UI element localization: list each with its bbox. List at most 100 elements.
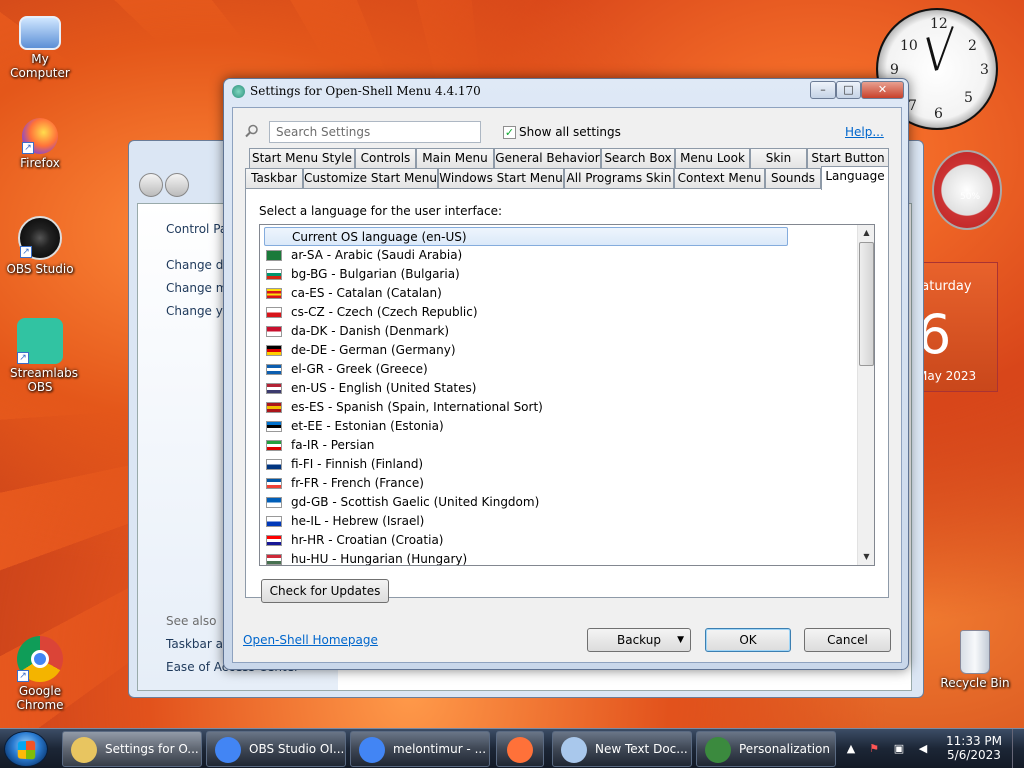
tab-customize-start-menu[interactable]: Customize Start Menu: [303, 168, 438, 189]
tab-start-menu-style[interactable]: Start Menu Style: [249, 148, 355, 169]
language-item[interactable]: el-GR - Greek (Greece): [264, 360, 788, 379]
language-label: et-EE - Estonian (Estonia): [291, 419, 444, 433]
show-all-checkbox[interactable]: ✓: [503, 126, 516, 139]
sidebar-item-change-desktop[interactable]: Change de: [166, 258, 231, 272]
tab-all-programs-skin[interactable]: All Programs Skin: [564, 168, 674, 189]
taskbar-app-icon: [507, 737, 533, 763]
language-item[interactable]: cs-CZ - Czech (Czech Republic): [264, 303, 788, 322]
calendar-month-year: May 2023: [917, 369, 977, 383]
language-prompt: Select a language for the user interface…: [259, 204, 503, 218]
taskbar-item[interactable]: New Text Doc...: [552, 731, 692, 767]
desktop-icon-firefox[interactable]: ↗ Firefox: [0, 114, 80, 170]
settings-dialog[interactable]: Settings for Open-Shell Menu 4.4.170 – □…: [223, 78, 909, 670]
tab-general-behavior[interactable]: General Behavior: [494, 148, 601, 169]
dialog-title: Settings for Open-Shell Menu 4.4.170: [250, 84, 481, 98]
search-input[interactable]: Search Settings: [269, 121, 481, 143]
taskbar-item[interactable]: Settings for O...: [62, 731, 202, 767]
tab-taskbar[interactable]: Taskbar: [245, 168, 303, 189]
system-clock[interactable]: 11:33 PM 5/6/2023: [943, 734, 1005, 762]
language-label: he-IL - Hebrew (Israel): [291, 514, 425, 528]
language-list[interactable]: Current OS language (en-US) ar-SA - Arabi…: [259, 224, 875, 566]
network-icon[interactable]: ▣: [893, 743, 905, 755]
desktop-icon-recycle-bin[interactable]: Recycle Bin: [935, 630, 1015, 690]
flag-icon: [266, 364, 282, 375]
language-item[interactable]: fr-FR - French (France): [264, 474, 788, 493]
volume-icon[interactable]: ◀: [917, 743, 929, 755]
chrome-icon: ↗: [17, 636, 63, 682]
tab-search-box[interactable]: Search Box: [601, 148, 675, 169]
cpu-meter-gadget[interactable]: 50%: [932, 150, 1002, 230]
desktop-icon-my-computer[interactable]: My Computer: [0, 10, 80, 80]
close-button[interactable]: ✕: [861, 81, 904, 99]
show-desktop-button[interactable]: [1012, 729, 1024, 768]
tab-skin[interactable]: Skin: [750, 148, 807, 169]
tab-menu-look[interactable]: Menu Look: [675, 148, 750, 169]
taskbar-item[interactable]: melontimur - ...: [350, 731, 490, 767]
language-item[interactable]: de-DE - German (Germany): [264, 341, 788, 360]
dialog-client: Search Settings ✓ Show all settings Help…: [232, 107, 902, 663]
dialog-titlebar[interactable]: Settings for Open-Shell Menu 4.4.170 – □…: [224, 79, 908, 103]
maximize-button[interactable]: □: [836, 81, 861, 99]
language-label: hr-HR - Croatian (Croatia): [291, 533, 444, 547]
search-icon: [245, 124, 258, 138]
taskbar-item[interactable]: [496, 731, 544, 767]
language-item[interactable]: en-US - English (United States): [264, 379, 788, 398]
show-hidden-icons-icon[interactable]: ▲: [845, 743, 857, 755]
language-item[interactable]: fi-FI - Finnish (Finland): [264, 455, 788, 474]
ok-button[interactable]: OK: [705, 628, 791, 652]
language-item[interactable]: ca-ES - Catalan (Catalan): [264, 284, 788, 303]
language-item[interactable]: es-ES - Spanish (Spain, International So…: [264, 398, 788, 417]
language-item[interactable]: et-EE - Estonian (Estonia): [264, 417, 788, 436]
tab-sounds[interactable]: Sounds: [765, 168, 821, 189]
check-updates-button[interactable]: Check for Updates: [261, 579, 389, 603]
backup-label: Backup: [617, 633, 661, 647]
language-item[interactable]: da-DK - Danish (Denmark): [264, 322, 788, 341]
desktop-icon-streamlabs[interactable]: ↗ Streamlabs OBS: [0, 318, 80, 394]
desktop-icon-obs[interactable]: ↗ OBS Studio: [0, 216, 80, 276]
language-item[interactable]: ar-SA - Arabic (Saudi Arabia): [264, 246, 788, 265]
help-link[interactable]: Help...: [845, 125, 884, 139]
action-center-icon[interactable]: ⚑: [868, 743, 880, 755]
tab-main-menu[interactable]: Main Menu: [416, 148, 494, 169]
flag-icon: [266, 269, 282, 280]
minimize-button[interactable]: –: [810, 81, 836, 99]
flag-icon: [266, 383, 282, 394]
calendar-gadget[interactable]: Saturday 6 May 2023: [912, 262, 998, 392]
scroll-up-icon[interactable]: ▲: [858, 225, 874, 241]
taskbar-item[interactable]: Personalization: [696, 731, 836, 767]
backup-button[interactable]: Backup ▼: [587, 628, 691, 652]
scroll-down-icon[interactable]: ▼: [858, 549, 874, 565]
flag-icon: [266, 250, 282, 261]
flag-icon: [266, 326, 282, 337]
cancel-button[interactable]: Cancel: [804, 628, 891, 652]
desktop-icon-chrome[interactable]: ↗ Google Chrome: [0, 636, 80, 712]
language-item[interactable]: Current OS language (en-US): [264, 227, 788, 246]
firefox-icon: ↗: [22, 118, 58, 154]
start-button[interactable]: [4, 731, 48, 767]
tab-windows-start-menu[interactable]: Windows Start Menu: [438, 168, 564, 189]
language-item[interactable]: bg-BG - Bulgarian (Bulgaria): [264, 265, 788, 284]
homepage-link[interactable]: Open-Shell Homepage: [243, 633, 378, 647]
language-item[interactable]: fa-IR - Persian: [264, 436, 788, 455]
back-button[interactable]: [139, 173, 163, 197]
language-item[interactable]: he-IL - Hebrew (Israel): [264, 512, 788, 531]
tab-context-menu[interactable]: Context Menu: [674, 168, 765, 189]
desktop-icon-label: Firefox: [20, 156, 60, 170]
language-label: cs-CZ - Czech (Czech Republic): [291, 305, 478, 319]
desktop-icon-label: Streamlabs OBS: [10, 366, 78, 394]
tab-controls[interactable]: Controls: [355, 148, 416, 169]
flag-icon: [266, 554, 282, 565]
language-item[interactable]: hr-HR - Croatian (Croatia): [264, 531, 788, 550]
list-scrollbar[interactable]: ▲ ▼: [857, 225, 874, 565]
forward-button[interactable]: [165, 173, 189, 197]
tab-language[interactable]: Language: [821, 166, 889, 190]
taskbar-app-icon: [561, 737, 587, 763]
language-item[interactable]: hu-HU - Hungarian (Hungary): [264, 550, 788, 565]
meter-percent: 50%: [960, 192, 981, 202]
taskbar-item-label: melontimur - ...: [393, 742, 487, 756]
flag-icon: [266, 288, 282, 299]
language-item[interactable]: gd-GB - Scottish Gaelic (United Kingdom): [264, 493, 788, 512]
taskbar-item[interactable]: OBS Studio OI...: [206, 731, 346, 767]
windows-logo-icon: [17, 740, 36, 760]
scrollbar-thumb[interactable]: [859, 242, 874, 366]
